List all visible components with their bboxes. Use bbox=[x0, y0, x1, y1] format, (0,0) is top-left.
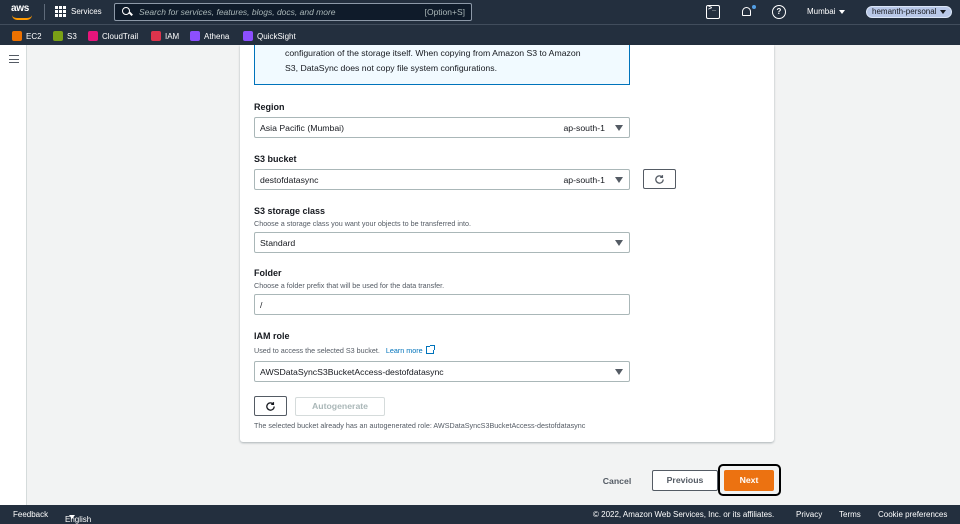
feedback-link[interactable]: Feedback bbox=[13, 510, 48, 519]
favorite-iam[interactable]: IAM bbox=[151, 31, 179, 41]
s3-bucket-select-value: destofdatasync bbox=[260, 174, 319, 185]
refresh-buckets-button[interactable] bbox=[643, 169, 676, 189]
iam-role-select[interactable]: AWSDataSyncS3BucketAccess-destofdatasync bbox=[254, 361, 630, 382]
aws-logo[interactable]: aws bbox=[11, 3, 35, 21]
caret-down-icon bbox=[940, 9, 947, 14]
console-footer: Feedback English (US) © 2022, Amazon Web… bbox=[0, 505, 960, 524]
ec2-icon bbox=[12, 31, 22, 41]
services-label: Services bbox=[71, 7, 102, 16]
iam-role-description: Used to access the selected S3 bucket. L… bbox=[254, 345, 435, 355]
favorite-quicksight[interactable]: QuickSight bbox=[243, 31, 296, 41]
refresh-roles-button[interactable] bbox=[254, 396, 287, 416]
region-label: Mumbai bbox=[807, 7, 836, 16]
favorite-label: S3 bbox=[67, 31, 77, 41]
favorite-label: QuickSight bbox=[257, 31, 296, 41]
caret-down-icon bbox=[615, 368, 623, 375]
grid-icon bbox=[55, 6, 66, 17]
search-shortcut: [Option+S] bbox=[424, 7, 465, 17]
learn-more-link[interactable]: Learn more bbox=[385, 345, 435, 355]
next-button[interactable]: Next bbox=[724, 470, 774, 491]
nav-divider bbox=[44, 4, 45, 20]
refresh-icon bbox=[266, 401, 275, 411]
folder-description: Choose a folder prefix that will be used… bbox=[254, 281, 445, 290]
side-navigation-rail bbox=[0, 45, 27, 505]
notification-dot bbox=[752, 5, 756, 9]
quicksight-icon bbox=[243, 31, 253, 41]
cookie-preferences-link[interactable]: Cookie preferences bbox=[878, 510, 947, 519]
storage-class-value: Standard bbox=[260, 237, 296, 248]
favorite-ec2[interactable]: EC2 bbox=[12, 31, 42, 41]
external-link-icon bbox=[425, 345, 435, 354]
autogenerate-note: The selected bucket already has an autog… bbox=[254, 421, 586, 430]
refresh-icon bbox=[655, 174, 664, 184]
favorite-label: Athena bbox=[204, 31, 230, 41]
favorites-bar: EC2 S3 CloudTrail IAM Athena QuickSight bbox=[0, 24, 960, 45]
storage-class-field-label: S3 storage class bbox=[254, 206, 326, 216]
folder-input[interactable]: / bbox=[254, 294, 630, 315]
storage-class-select[interactable]: Standard bbox=[254, 232, 630, 253]
previous-button[interactable]: Previous bbox=[652, 470, 718, 491]
favorite-label: CloudTrail bbox=[102, 31, 139, 41]
s3-bucket-select[interactable]: destofdatasync ap-south-1 bbox=[254, 169, 630, 190]
notifications-bell-icon[interactable] bbox=[740, 5, 756, 19]
terms-link[interactable]: Terms bbox=[839, 510, 861, 519]
iam-role-value: AWSDataSyncS3BucketAccess-destofdatasync bbox=[260, 366, 444, 377]
favorite-label: EC2 bbox=[26, 31, 42, 41]
autogenerate-button[interactable]: Autogenerate bbox=[295, 397, 385, 416]
bucket-region-code: ap-south-1 bbox=[563, 174, 605, 185]
account-label: hemanth-personal bbox=[872, 7, 937, 16]
s3-icon bbox=[53, 31, 63, 41]
folder-field-label: Folder bbox=[254, 268, 282, 278]
account-menu[interactable]: hemanth-personal bbox=[866, 6, 952, 18]
copyright-text: © 2022, Amazon Web Services, Inc. or its… bbox=[593, 510, 775, 519]
menu-icon[interactable] bbox=[9, 55, 19, 63]
caret-down-icon bbox=[615, 239, 623, 246]
region-selector[interactable]: Mumbai bbox=[807, 7, 846, 16]
services-menu-button[interactable]: Services bbox=[55, 6, 102, 17]
storage-class-description: Choose a storage class you want your obj… bbox=[254, 219, 471, 228]
cancel-button[interactable]: Cancel bbox=[596, 471, 638, 491]
caret-down-icon bbox=[615, 124, 623, 131]
folder-input-value: / bbox=[260, 299, 263, 310]
info-text-line: configuration of the storage itself. Whe… bbox=[285, 48, 581, 58]
help-icon[interactable]: ? bbox=[772, 5, 786, 19]
favorite-label: IAM bbox=[165, 31, 180, 41]
favorite-s3[interactable]: S3 bbox=[53, 31, 77, 41]
caret-down-icon bbox=[615, 176, 623, 183]
search-placeholder: Search for services, features, blogs, do… bbox=[139, 7, 336, 17]
top-navigation: aws Services Search for services, featur… bbox=[0, 0, 960, 24]
search-icon bbox=[122, 7, 132, 17]
region-select[interactable]: Asia Pacific (Mumbai) ap-south-1 bbox=[254, 117, 630, 138]
aws-smile-icon bbox=[12, 15, 32, 20]
search-input[interactable]: Search for services, features, blogs, do… bbox=[114, 3, 472, 21]
favorite-cloudtrail[interactable]: CloudTrail bbox=[88, 31, 138, 41]
caret-down-icon bbox=[69, 515, 75, 519]
region-code: ap-south-1 bbox=[563, 122, 605, 133]
info-alert: configuration of the storage itself. Whe… bbox=[254, 45, 630, 85]
athena-icon bbox=[190, 31, 200, 41]
cloudshell-icon[interactable] bbox=[706, 5, 720, 19]
iam-icon bbox=[151, 31, 161, 41]
region-field-label: Region bbox=[254, 102, 285, 112]
info-text-line: S3, DataSync does not copy file system c… bbox=[285, 63, 497, 73]
caret-down-icon bbox=[839, 9, 846, 14]
s3-bucket-field-label: S3 bucket bbox=[254, 154, 297, 164]
favorite-athena[interactable]: Athena bbox=[190, 31, 229, 41]
iam-role-desc-text: Used to access the selected S3 bucket. bbox=[254, 346, 380, 355]
region-select-value: Asia Pacific (Mumbai) bbox=[260, 122, 344, 133]
privacy-link[interactable]: Privacy bbox=[796, 510, 822, 519]
iam-role-field-label: IAM role bbox=[254, 331, 290, 341]
aws-logo-text: aws bbox=[11, 3, 30, 14]
learn-more-label: Learn more bbox=[385, 346, 423, 355]
cloudtrail-icon bbox=[88, 31, 98, 41]
